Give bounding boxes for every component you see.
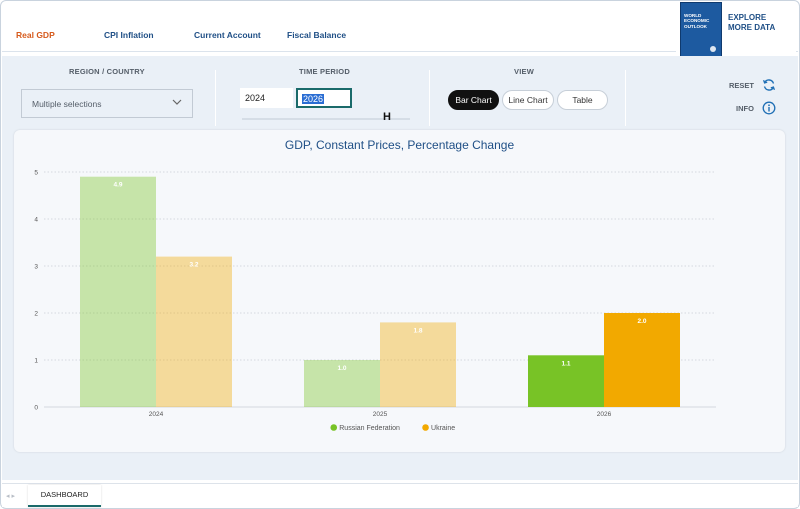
region-select[interactable]: Multiple selections bbox=[21, 89, 193, 118]
info-icon[interactable] bbox=[762, 101, 776, 115]
book-emblem-icon bbox=[710, 46, 716, 52]
divider bbox=[215, 70, 216, 126]
legend-swatch bbox=[330, 424, 338, 431]
refresh-icon[interactable] bbox=[762, 78, 776, 92]
bar bbox=[604, 313, 680, 407]
explore-line-1: EXPLORE bbox=[728, 13, 767, 22]
filter-panel: REGION / COUNTRY Multiple selections TIM… bbox=[2, 56, 798, 130]
y-tick-label: 3 bbox=[34, 264, 38, 271]
explore-line-2: MORE DATA bbox=[728, 23, 776, 32]
divider bbox=[429, 70, 430, 126]
region-select-value: Multiple selections bbox=[32, 99, 102, 109]
explore-more-data-link[interactable]: EXPLORE MORE DATA bbox=[728, 13, 775, 33]
view-label: VIEW bbox=[514, 67, 534, 76]
data-label: 1.1 bbox=[561, 360, 570, 367]
bottom-tab-bar: ◂ ▸ DASHBOARD bbox=[2, 483, 798, 507]
legend-swatch bbox=[422, 424, 429, 431]
data-label: 4.9 bbox=[113, 182, 122, 189]
bar bbox=[80, 176, 156, 407]
year-end-input[interactable]: 2026 bbox=[296, 88, 352, 108]
region-label: REGION / COUNTRY bbox=[69, 67, 145, 76]
data-label: 1.0 bbox=[337, 365, 346, 372]
x-tick-label: 2026 bbox=[597, 411, 612, 418]
x-tick-label: 2024 bbox=[149, 411, 164, 418]
time-period-label: TIME PERIOD bbox=[299, 67, 350, 76]
legend-label: Russian Federation bbox=[339, 425, 400, 432]
data-label: 1.8 bbox=[413, 327, 422, 334]
y-tick-label: 5 bbox=[34, 170, 38, 177]
y-tick-label: 0 bbox=[34, 405, 38, 412]
weo-book-cover[interactable]: WORLD ECONOMIC OUTLOOK bbox=[680, 2, 722, 59]
bar bbox=[380, 322, 456, 407]
legend-label: Ukraine bbox=[431, 425, 455, 432]
chart-card: GDP, Constant Prices, Percentage Change … bbox=[14, 130, 785, 452]
bar bbox=[156, 256, 232, 407]
nav-fiscal-balance[interactable]: Fiscal Balance bbox=[287, 30, 346, 40]
year-start-input[interactable]: 2024 bbox=[240, 88, 293, 108]
tab-dashboard[interactable]: DASHBOARD bbox=[28, 485, 101, 507]
year-end-value: 2026 bbox=[302, 94, 325, 104]
data-label: 2.0 bbox=[637, 318, 646, 325]
y-tick-label: 4 bbox=[34, 217, 38, 224]
bar-chart: 0 1 2 3 4 5 4.9 3.2 2024 1.0 1.8 2025 1.1 2.0 2026 Russ… bbox=[34, 170, 716, 432]
y-tick-label: 2 bbox=[34, 311, 38, 318]
reset-button[interactable]: RESET bbox=[729, 81, 754, 90]
x-tick-label: 2025 bbox=[373, 411, 388, 418]
chevron-down-icon bbox=[172, 99, 182, 105]
tab-next-icon[interactable]: ▸ bbox=[11, 493, 15, 500]
view-table-button[interactable]: Table bbox=[557, 90, 608, 110]
view-line-chart-button[interactable]: Line Chart bbox=[502, 90, 554, 110]
tab-prev-icon[interactable]: ◂ bbox=[6, 493, 10, 500]
slider-handle-icon[interactable]: H bbox=[383, 111, 391, 123]
data-label: 3.2 bbox=[189, 262, 198, 269]
nav-cpi-inflation[interactable]: CPI Inflation bbox=[104, 30, 154, 40]
tab-scroll-arrows[interactable]: ◂ ▸ bbox=[6, 492, 15, 500]
divider bbox=[625, 70, 626, 126]
nav-current-account[interactable]: Current Account bbox=[194, 30, 261, 40]
view-bar-chart-button[interactable]: Bar Chart bbox=[448, 90, 499, 110]
info-button[interactable]: INFO bbox=[736, 104, 754, 113]
y-tick-label: 1 bbox=[34, 358, 38, 365]
nav-real-gdp[interactable]: Real GDP bbox=[16, 30, 55, 40]
weo-promo[interactable]: WORLD ECONOMIC OUTLOOK EXPLORE MORE DATA bbox=[676, 2, 796, 60]
book-title: WORLD ECONOMIC OUTLOOK bbox=[684, 13, 710, 29]
